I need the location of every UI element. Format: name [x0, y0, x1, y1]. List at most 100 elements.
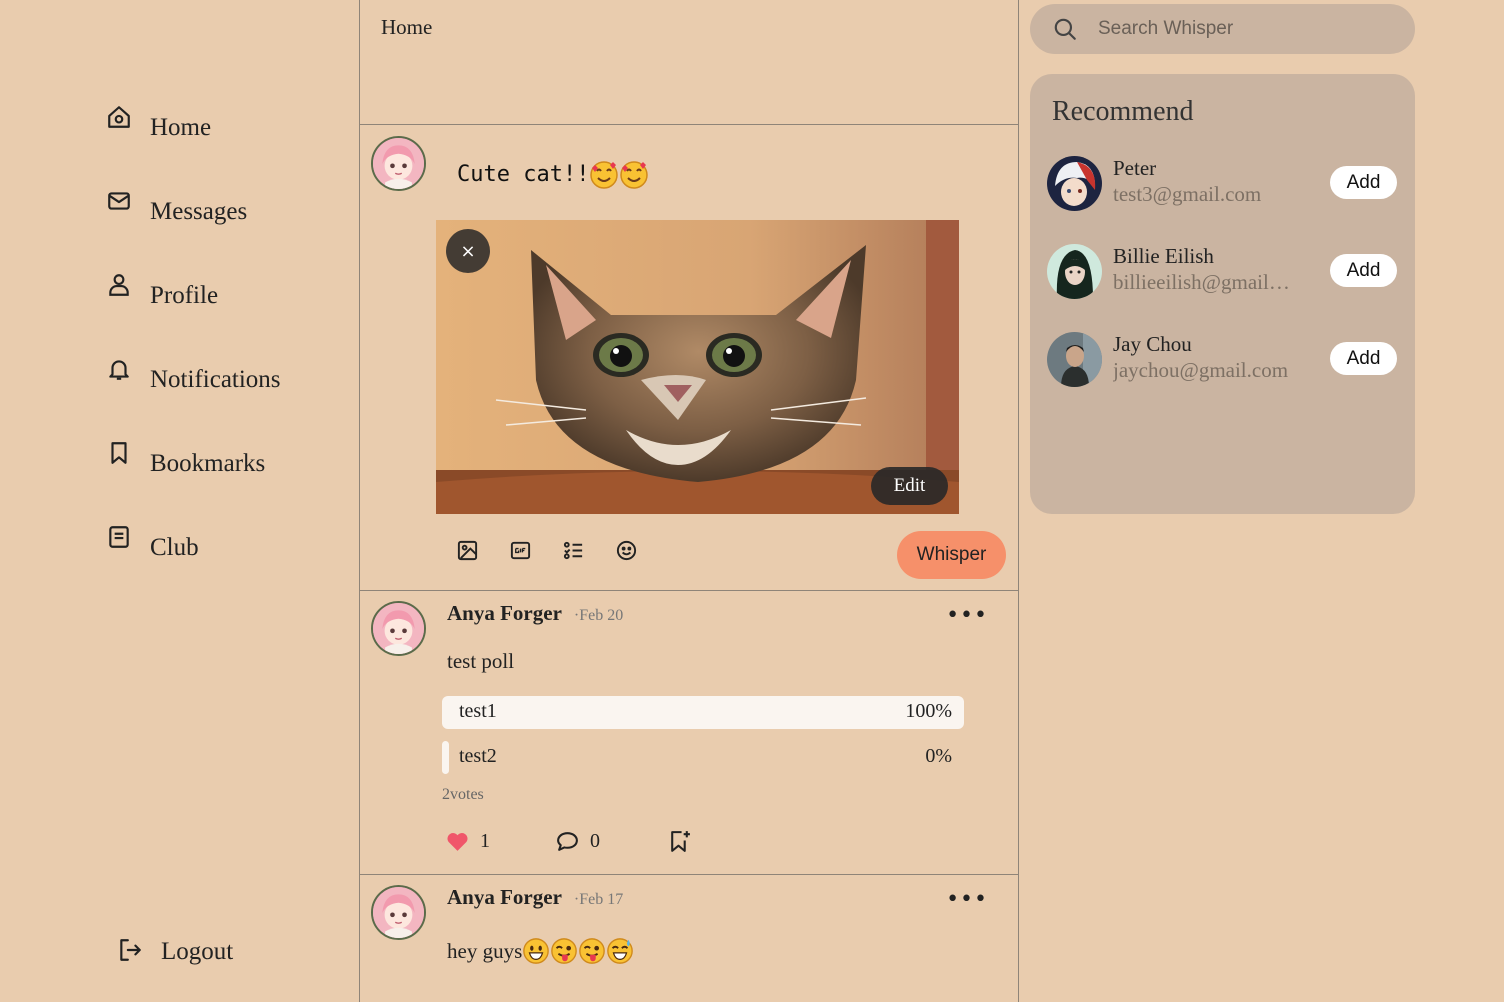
- add-label: Add: [1346, 259, 1381, 281]
- comment-icon: [557, 832, 578, 851]
- remove-image-button[interactable]: ×: [446, 229, 490, 273]
- post-actions: 1 0: [445, 829, 702, 854]
- avatar[interactable]: [1047, 156, 1102, 211]
- recommend-email: jaychou@gmail.com: [1113, 358, 1289, 382]
- composer-text-value: Cute cat!!: [457, 162, 590, 187]
- poll-option-label: test2: [459, 745, 497, 767]
- like-count: 1: [480, 830, 490, 852]
- search-icon: [1054, 18, 1076, 40]
- logout-button[interactable]: Logout: [117, 938, 233, 966]
- post-text-value: hey guys: [447, 938, 523, 963]
- anime-avatar-icon: [1047, 156, 1102, 211]
- avatar[interactable]: [371, 601, 426, 656]
- page-title: Home: [381, 15, 433, 39]
- user-icon: [109, 274, 129, 296]
- recommend-item: Billie Eilish billieeilish@gmail.com Add: [1047, 244, 1397, 300]
- poll-option-percent: 100%: [905, 700, 952, 722]
- close-icon: ×: [460, 240, 476, 262]
- poll-bar: [442, 696, 964, 729]
- whisper-button-label: Whisper: [916, 544, 987, 565]
- more-options-button[interactable]: •••: [946, 887, 988, 912]
- poll-bar: [442, 741, 449, 774]
- recommend-panel: Recommend Peter test3@gmail.com Add Bill…: [1030, 74, 1415, 514]
- composer: Cute cat!! × Edit Whisper: [360, 125, 1018, 591]
- sidebar: Home Messages Profile Notifications Book…: [0, 0, 360, 1002]
- nav-club[interactable]: Club: [106, 526, 199, 562]
- emoji-icon[interactable]: [615, 539, 638, 562]
- nav-messages-label: Messages: [150, 198, 248, 225]
- image-icon[interactable]: [456, 539, 479, 562]
- anime-avatar-icon: [373, 887, 424, 938]
- recommend-name[interactable]: Jay Chou: [1113, 332, 1192, 357]
- add-label: Add: [1346, 347, 1381, 369]
- avatar[interactable]: [1047, 332, 1102, 387]
- poll-option[interactable]: test1 100%: [442, 696, 964, 729]
- smiling-face-with-hearts-icon: [620, 161, 649, 189]
- winking-tongue-face-icon: [579, 938, 606, 964]
- more-icon: •••: [946, 603, 988, 628]
- logout-icon: [120, 939, 141, 961]
- post[interactable]: Anya Forger ·Feb 17 ••• hey guys: [360, 875, 1018, 1002]
- composer-text[interactable]: Cute cat!!: [457, 160, 649, 190]
- recommend-name[interactable]: Peter: [1113, 156, 1156, 181]
- comment-button[interactable]: 0: [555, 829, 667, 854]
- post-author[interactable]: Anya Forger: [447, 601, 562, 626]
- person-avatar-icon: [1047, 332, 1102, 387]
- person-avatar-icon: [1047, 244, 1102, 299]
- bookmark-icon: [111, 442, 127, 464]
- post-text: hey guys: [447, 937, 634, 965]
- whisper-button[interactable]: Whisper: [897, 531, 1006, 579]
- home-icon: [108, 106, 130, 128]
- logout-label: Logout: [161, 938, 234, 965]
- nav-profile[interactable]: Profile: [106, 274, 219, 310]
- smiling-face-with-hearts-icon: [590, 161, 619, 189]
- anime-avatar-icon: [373, 603, 424, 654]
- nav-notifications-label: Notifications: [150, 366, 281, 393]
- nav-club-label: Club: [150, 534, 199, 561]
- post[interactable]: Anya Forger ·Feb 20 ••• test poll test1 …: [360, 591, 1018, 875]
- more-icon: •••: [946, 887, 988, 912]
- bookmark-add-icon: [671, 831, 690, 852]
- recommend-email: test3@gmail.com: [1113, 182, 1262, 206]
- gif-icon[interactable]: [509, 539, 532, 562]
- search-bar[interactable]: [1030, 4, 1415, 54]
- recommend-email: billieeilish@gmail.com: [1113, 270, 1295, 294]
- post-date: ·Feb 20: [573, 607, 624, 624]
- main-feed: Home Cute cat!! × Edit Whisper Anya Forg…: [359, 0, 1019, 1002]
- nav-notifications[interactable]: Notifications: [106, 360, 281, 394]
- bell-icon: [109, 360, 129, 380]
- poll-votes: 2votes: [442, 786, 484, 803]
- post-header: Anya Forger ·Feb 17: [447, 885, 623, 910]
- comment-count: 0: [590, 830, 600, 852]
- nav-profile-label: Profile: [150, 282, 219, 309]
- edit-label: Edit: [893, 475, 926, 496]
- post-author[interactable]: Anya Forger: [447, 885, 562, 910]
- like-button[interactable]: 1: [445, 829, 555, 854]
- nav-bookmarks[interactable]: Bookmarks: [106, 442, 265, 478]
- add-user-button[interactable]: Add: [1330, 342, 1397, 375]
- recommend-name[interactable]: Billie Eilish: [1113, 244, 1214, 269]
- recommend-item: Peter test3@gmail.com Add: [1047, 156, 1397, 212]
- winking-tongue-face-icon: [551, 938, 578, 964]
- add-user-button[interactable]: Add: [1330, 254, 1397, 287]
- grinning-face-icon: [523, 938, 550, 964]
- poll-icon[interactable]: [562, 539, 585, 562]
- avatar[interactable]: [371, 136, 426, 191]
- edit-image-button[interactable]: Edit: [871, 467, 948, 505]
- mail-icon: [108, 192, 130, 210]
- nav-home[interactable]: Home: [106, 106, 211, 142]
- more-options-button[interactable]: •••: [946, 603, 988, 628]
- nav-messages[interactable]: Messages: [106, 192, 248, 226]
- post-date: ·Feb 17: [573, 891, 624, 908]
- poll-option[interactable]: test2 0%: [442, 741, 964, 774]
- avatar[interactable]: [1047, 244, 1102, 299]
- add-user-button[interactable]: Add: [1330, 166, 1397, 199]
- attached-image: × Edit: [436, 220, 959, 514]
- avatar[interactable]: [371, 885, 426, 940]
- composer-toolbar: [456, 539, 638, 562]
- grinning-sweat-face-icon: [607, 938, 634, 964]
- recommend-item: Jay Chou jaychou@gmail.com Add: [1047, 332, 1397, 388]
- bookmark-button[interactable]: [667, 829, 702, 854]
- post-header: Anya Forger ·Feb 20: [447, 601, 623, 626]
- search-input[interactable]: [1098, 18, 1378, 40]
